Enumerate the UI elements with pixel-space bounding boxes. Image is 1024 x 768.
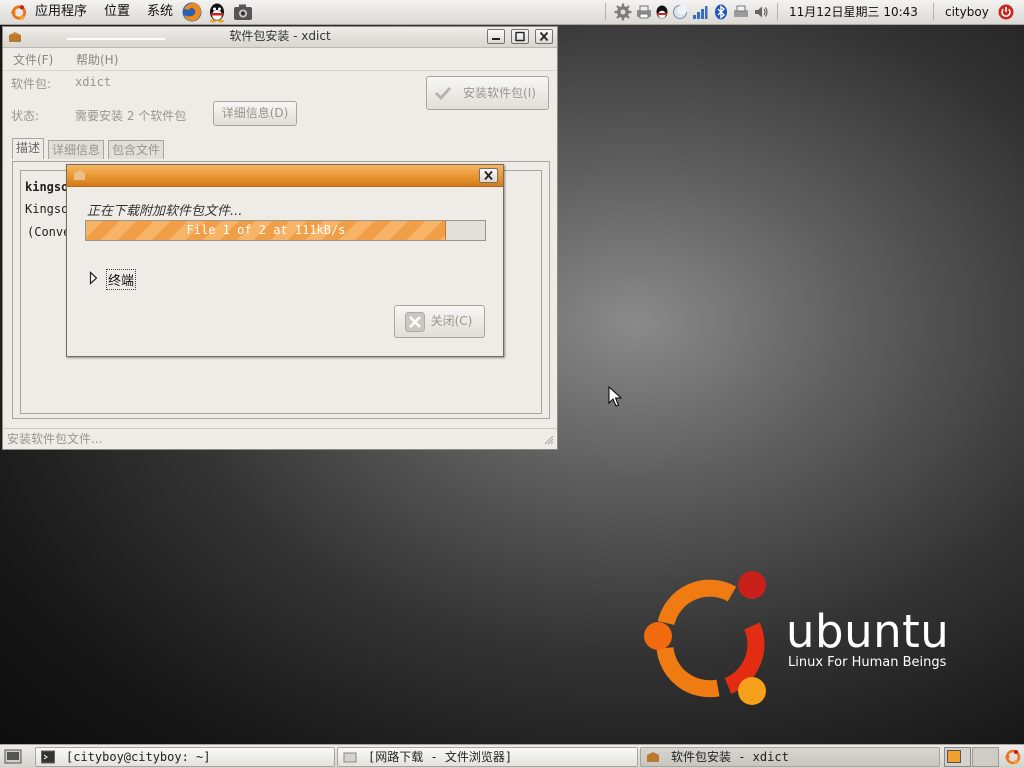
taskbar-item-terminal[interactable]: [cityboy@cityboy: ~] (35, 747, 335, 767)
panel-separator (605, 3, 606, 21)
tab-files[interactable]: 包含文件 (108, 140, 165, 159)
qq-tray-icon[interactable] (654, 4, 670, 20)
folder-icon (343, 752, 357, 763)
progress-bar: File 1 of 2 at 111kB/s (85, 220, 486, 241)
window-titlebar[interactable]: 软件包安装 - xdict (3, 27, 557, 48)
screenshot-camera-icon[interactable] (233, 3, 253, 21)
status-label: 状态: (11, 109, 40, 123)
taskbar-item-package-installer[interactable]: 软件包安装 - xdict (640, 747, 940, 767)
expander-arrow-icon (89, 271, 98, 285)
ubuntu-tagline: Linux For Human Beings (788, 655, 947, 670)
close-icon (539, 31, 549, 42)
checkmark-icon (435, 86, 451, 100)
workspace-window-thumb (947, 750, 961, 763)
menu-system[interactable]: 系统 (147, 0, 173, 24)
terminal-icon (41, 750, 55, 764)
tab-details-label: 详细信息 (52, 143, 101, 157)
taskbar-label: 软件包安装 - xdict (671, 750, 789, 764)
network-signal-icon[interactable] (692, 4, 708, 20)
package-icon (647, 752, 659, 762)
menubar: 文件(F) 帮助(H) (3, 48, 557, 71)
update-gear-icon[interactable] (614, 3, 632, 21)
progress-text: File 1 of 2 at 111kB/s (186, 223, 346, 237)
panel-separator (933, 3, 934, 21)
mouse-pointer-icon (608, 386, 622, 407)
install-package-button[interactable]: 安装软件包(I) (426, 76, 549, 110)
minimize-button[interactable] (487, 29, 505, 44)
close-icon (484, 170, 493, 181)
close-x-icon (405, 312, 425, 332)
menu-file[interactable]: 文件(F) (13, 51, 53, 68)
top-panel: 应用程序 位置 系统 11月12日星期三 10:43 cityboy (0, 0, 1024, 25)
status-bar: 安装软件包文件... (3, 428, 557, 449)
package-label: 软件包: (11, 77, 52, 91)
ubuntu-wordmark: ubuntu (786, 605, 950, 658)
dialog-titlebar[interactable] (67, 165, 503, 187)
resize-grip-icon[interactable] (544, 435, 554, 445)
printer-queue-icon[interactable] (733, 4, 749, 20)
details-button[interactable]: 详细信息(D) (213, 101, 297, 126)
moon-weather-icon[interactable] (672, 4, 688, 20)
trash-icon[interactable] (1004, 748, 1022, 766)
minimize-icon (492, 38, 500, 40)
tab-files-label: 包含文件 (112, 143, 161, 157)
ubuntu-menu-icon[interactable] (9, 3, 29, 22)
status-value: 需要安装 2 个软件包 (75, 109, 187, 123)
taskbar-label: [网路下载 - 文件浏览器] (368, 750, 513, 764)
panel-separator (777, 3, 778, 21)
install-package-label: 安装软件包(I) (463, 86, 536, 100)
workspace-2[interactable] (972, 747, 999, 767)
firefox-icon[interactable] (181, 1, 203, 23)
taskbar-item-file-browser[interactable]: [网路下载 - 文件浏览器] (337, 747, 638, 767)
tab-description[interactable]: 描述 (12, 138, 45, 159)
show-desktop-icon[interactable] (4, 749, 22, 765)
bluetooth-icon[interactable] (713, 4, 729, 20)
menu-places[interactable]: 位置 (104, 0, 130, 24)
bottom-panel: [cityboy@cityboy: ~] [网路下载 - 文件浏览器] 软件包安… (0, 744, 1024, 768)
description-line: (Conve (27, 225, 71, 239)
close-dialog-button[interactable]: 关闭(C) (394, 305, 485, 338)
close-dialog-label: 关闭(C) (430, 314, 473, 328)
dialog-package-icon (74, 170, 85, 180)
close-window-button[interactable] (535, 29, 553, 44)
maximize-icon (515, 31, 525, 42)
dialog-message: 正在下载附加软件包文件... (87, 204, 243, 219)
terminal-label: 终端 (106, 269, 137, 290)
qq-icon[interactable] (206, 1, 228, 23)
menu-applications[interactable]: 应用程序 (35, 0, 87, 24)
printer-icon[interactable] (636, 4, 652, 20)
shutdown-icon[interactable] (998, 4, 1014, 20)
title-progress-stub (67, 38, 165, 40)
dialog-close-button[interactable] (479, 168, 498, 183)
details-button-label: 详细信息(D) (221, 106, 289, 120)
tab-description-label: 描述 (16, 141, 41, 155)
window-title: 软件包安装 - xdict (229, 29, 331, 43)
package-window-icon (9, 32, 21, 42)
menu-help[interactable]: 帮助(H) (76, 51, 118, 68)
workspace-1[interactable] (944, 747, 971, 767)
volume-icon[interactable] (753, 4, 769, 20)
download-progress-dialog: 正在下载附加软件包文件... File 1 of 2 at 111kB/s 终端… (66, 164, 504, 357)
ubuntu-logo-icon (644, 571, 766, 705)
clock[interactable]: 11月12日星期三 10:43 (789, 0, 918, 24)
status-bar-text: 安装软件包文件... (7, 432, 103, 446)
package-value: xdict (75, 75, 112, 89)
maximize-button[interactable] (511, 29, 529, 44)
user-switcher[interactable]: cityboy (945, 0, 989, 24)
tab-details[interactable]: 详细信息 (48, 140, 105, 159)
taskbar-label: [cityboy@cityboy: ~] (66, 750, 211, 764)
